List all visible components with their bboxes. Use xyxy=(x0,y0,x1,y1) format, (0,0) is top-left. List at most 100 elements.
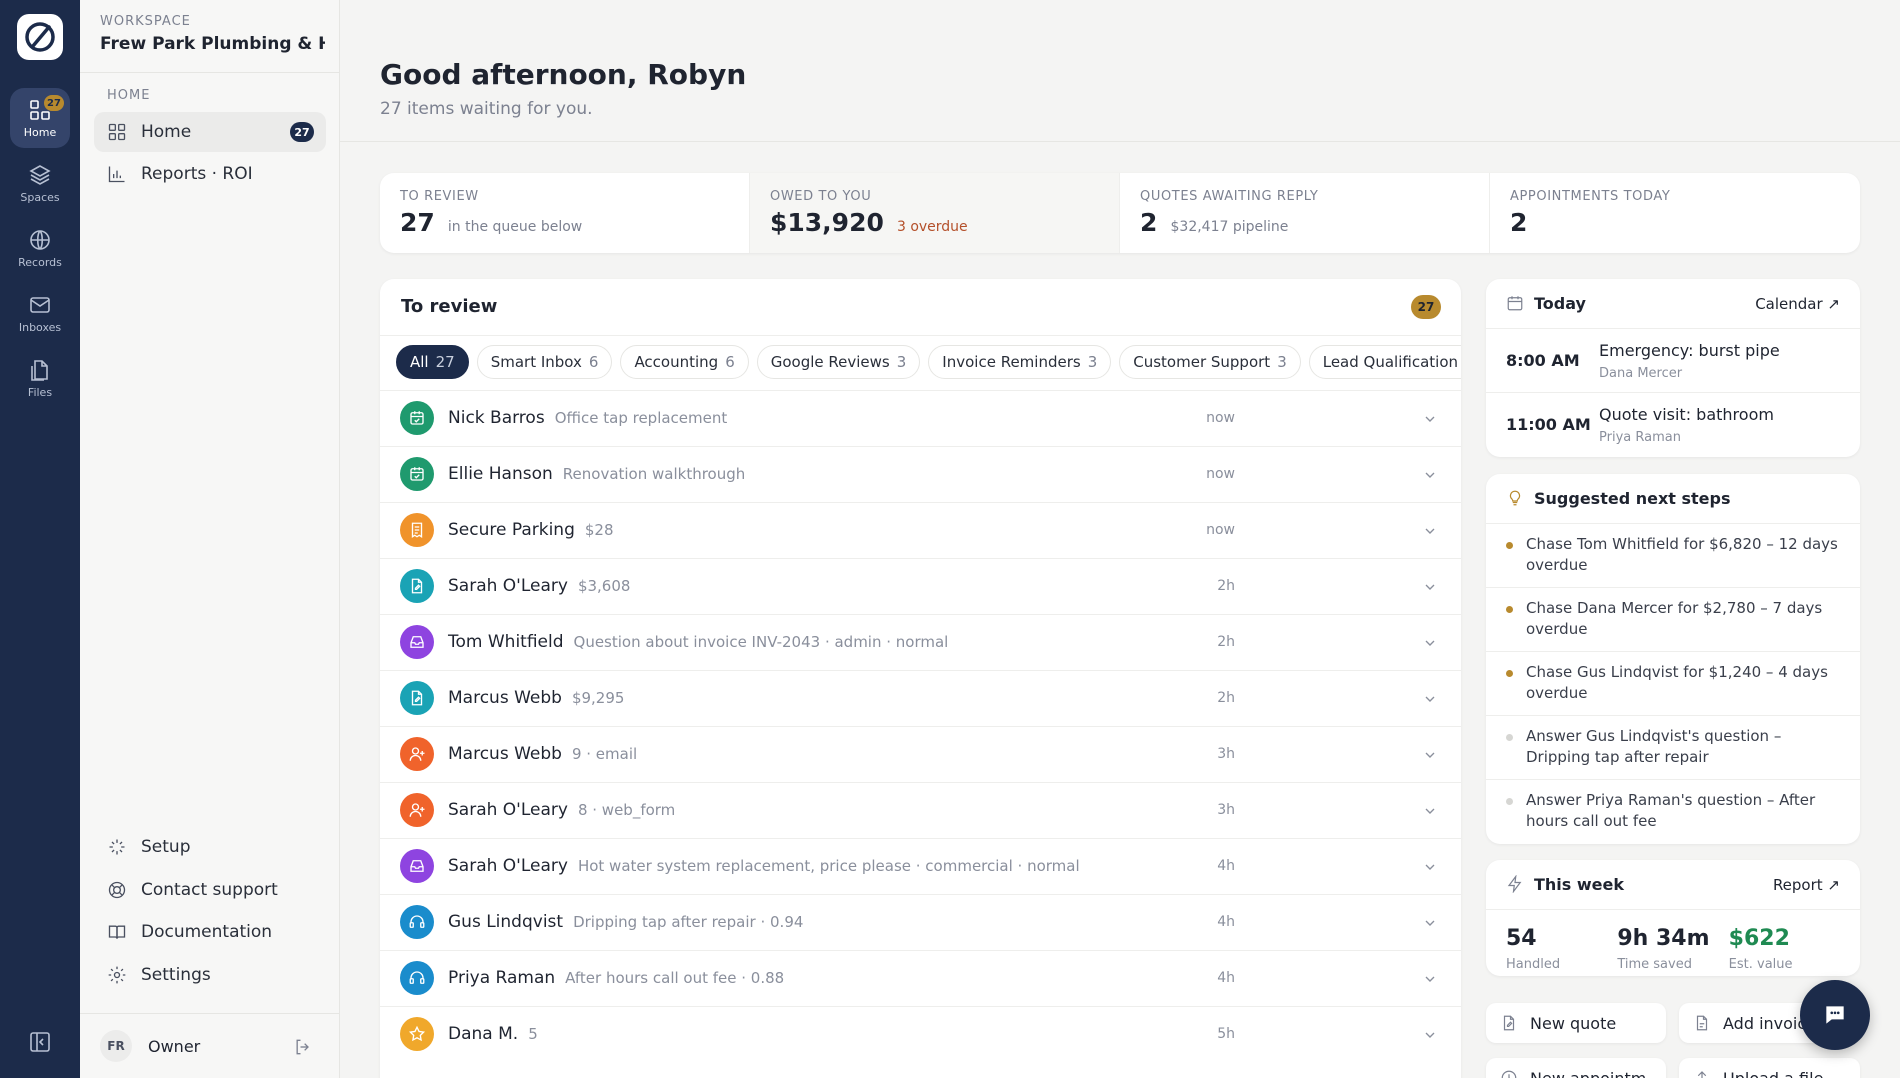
sidebar-item-settings[interactable]: Settings xyxy=(94,955,326,995)
filter-chip-count: 3 xyxy=(896,353,907,371)
suggested-step-text: Chase Tom Whitfield for $6,820 – 12 days… xyxy=(1526,535,1838,574)
suggested-step[interactable]: Answer Priya Raman's question – After ho… xyxy=(1486,780,1860,844)
filter-chip[interactable]: Lead Qualification2 xyxy=(1308,345,1461,379)
appointment-customer: Priya Raman xyxy=(1599,430,1681,445)
clock-icon xyxy=(1501,1070,1517,1078)
row-name: Marcus Webb xyxy=(448,744,562,764)
rail-records[interactable]: Records xyxy=(10,218,70,278)
rail-home[interactable]: 27 Home xyxy=(10,88,70,148)
appointment-item[interactable]: 11:00 AM Quote visit: bathroom Priya Ram… xyxy=(1486,393,1860,457)
review-row[interactable]: Sarah O'Leary 8 · web_form 3h xyxy=(380,782,1461,838)
upload-file-button[interactable]: Upload a file xyxy=(1679,1058,1860,1078)
suggested-step[interactable]: Answer Gus Lindqvist's question – Drippi… xyxy=(1486,716,1860,780)
new-quote-button[interactable]: New quote xyxy=(1486,1003,1666,1043)
chevron-down-icon[interactable] xyxy=(1422,747,1438,763)
review-row[interactable]: Tom Whitfield Question about invoice INV-… xyxy=(380,614,1461,670)
row-description: After hours call out fee · 0.88 xyxy=(565,969,785,987)
user-menu[interactable]: FR Owner xyxy=(100,1030,200,1062)
priority-dot xyxy=(1506,542,1513,549)
collapse-sidebar-icon[interactable] xyxy=(28,1030,52,1054)
new-appointment-button[interactable]: New appointm xyxy=(1486,1058,1666,1078)
review-row[interactable]: Dana M. 5 5h xyxy=(380,1006,1461,1062)
mail-icon xyxy=(30,296,50,313)
row-primary: Dana M. 5 xyxy=(448,1024,538,1044)
row-primary: Sarah O'Leary 8 · web_form xyxy=(448,800,675,820)
filter-chip[interactable]: Customer Support 3 xyxy=(1119,345,1301,379)
app-logo[interactable] xyxy=(17,14,63,60)
row-name: Priya Raman xyxy=(448,968,556,988)
row-primary: Secure Parking $28 xyxy=(448,520,614,540)
rail-files[interactable]: Files xyxy=(10,348,70,408)
chevron-down-icon[interactable] xyxy=(1422,467,1438,483)
review-row[interactable]: Marcus Webb $9,295 2h xyxy=(380,670,1461,726)
layers-icon xyxy=(29,164,51,185)
logout-icon[interactable] xyxy=(293,1037,313,1057)
filter-chip[interactable]: Accounting 6 xyxy=(620,345,749,379)
appointment-item[interactable]: 8:00 AM Emergency: burst pipe Dana Merce… xyxy=(1486,329,1860,393)
chat-button[interactable] xyxy=(1800,980,1870,1050)
suggested-step[interactable]: Chase Dana Mercer for $2,780 – 7 days ov… xyxy=(1486,588,1860,652)
row-type-badge xyxy=(400,457,434,491)
review-row[interactable]: Nick Barros Office tap replacement now xyxy=(380,390,1461,446)
row-type-badge xyxy=(400,737,434,771)
sidebar-item-reports[interactable]: Reports · ROI xyxy=(94,154,326,194)
sidebar-item-label: Settings xyxy=(141,965,211,985)
row-description: Renovation walkthrough xyxy=(562,465,746,483)
chevron-down-icon[interactable] xyxy=(1422,411,1438,427)
stat-to-review[interactable]: TO REVIEW 27 in the queue below xyxy=(380,173,750,253)
stat-appointments-today[interactable]: APPOINTMENTS TODAY 2 xyxy=(1490,173,1860,253)
rail-spaces-label: Spaces xyxy=(20,190,60,204)
stat-owed-to-you[interactable]: OWED TO YOU $13,920 3 overdue xyxy=(750,173,1120,253)
review-row[interactable]: Sarah O'Leary Hot water system replacemen… xyxy=(380,838,1461,894)
app-rail: 27 Home Spaces Records Inboxes Files xyxy=(0,0,80,1078)
row-time: 5h xyxy=(1217,1026,1235,1042)
chevron-down-icon[interactable] xyxy=(1422,691,1438,707)
sidebar-item-home[interactable]: Home 27 xyxy=(94,112,326,152)
review-row[interactable]: Sarah O'Leary $3,608 2h xyxy=(380,558,1461,614)
filter-chip-label: Accounting xyxy=(634,353,719,371)
lightning-icon xyxy=(1507,875,1522,893)
rail-spaces[interactable]: Spaces xyxy=(10,153,70,213)
review-row[interactable]: Gus Lindqvist Dripping tap after repair ·… xyxy=(380,894,1461,950)
week-stat-label: Time saved xyxy=(1617,957,1692,972)
chevron-down-icon[interactable] xyxy=(1422,803,1438,819)
row-name: Tom Whitfield xyxy=(448,632,564,652)
suggested-step[interactable]: Chase Gus Lindqvist for $1,240 – 4 days … xyxy=(1486,652,1860,716)
chevron-down-icon[interactable] xyxy=(1422,859,1438,875)
filter-chip[interactable]: Smart Inbox 6 xyxy=(476,345,613,379)
review-row[interactable]: Marcus Webb 9 · email 3h xyxy=(380,726,1461,782)
review-title: To review xyxy=(401,296,498,317)
review-row[interactable]: Ellie Hanson Renovation walkthrough now xyxy=(380,446,1461,502)
sidebar-item-setup[interactable]: Setup xyxy=(94,827,326,867)
sidebar-item-documentation[interactable]: Documentation xyxy=(94,912,326,952)
filter-chip[interactable]: Invoice Reminders 3 xyxy=(928,345,1112,379)
chevron-down-icon[interactable] xyxy=(1422,523,1438,539)
stat-label: QUOTES AWAITING REPLY xyxy=(1140,189,1319,204)
rail-inboxes[interactable]: Inboxes xyxy=(10,283,70,343)
chevron-down-icon[interactable] xyxy=(1422,635,1438,651)
week-header: This week Report ↗ xyxy=(1486,860,1860,910)
chevron-down-icon[interactable] xyxy=(1422,579,1438,595)
stat-note: in the queue below xyxy=(447,219,583,235)
appointment-time: 8:00 AM xyxy=(1506,351,1580,370)
filter-chip[interactable]: Google Reviews 3 xyxy=(756,345,921,379)
review-row[interactable]: Priya Raman After hours call out fee · 0.… xyxy=(380,950,1461,1006)
sidebar-item-contact-support[interactable]: Contact support xyxy=(94,870,326,910)
star-icon xyxy=(408,1025,426,1042)
row-time: 4h xyxy=(1217,914,1235,930)
chevron-down-icon[interactable] xyxy=(1422,1027,1438,1043)
row-description: Question about invoice INV-2043 · admin … xyxy=(573,633,949,651)
review-row[interactable]: Secure Parking $28 now xyxy=(380,502,1461,558)
chevron-down-icon[interactable] xyxy=(1422,971,1438,987)
stat-quotes-awaiting[interactable]: QUOTES AWAITING REPLY 2 $32,417 pipeline xyxy=(1120,173,1490,253)
workspace-name[interactable]: Frew Park Plumbing & Hot ... xyxy=(100,34,325,54)
calendar-link[interactable]: Calendar ↗ xyxy=(1755,295,1840,313)
suggested-step[interactable]: Chase Tom Whitfield for $6,820 – 12 days… xyxy=(1486,524,1860,588)
filter-chip[interactable]: All 27 xyxy=(396,345,469,379)
row-time: now xyxy=(1206,466,1235,482)
row-primary: Priya Raman After hours call out fee · 0.… xyxy=(448,968,784,988)
chevron-down-icon[interactable] xyxy=(1422,915,1438,931)
report-link[interactable]: Report ↗ xyxy=(1773,876,1840,894)
week-stat-value: 9h 34m xyxy=(1617,926,1710,951)
calendar-icon xyxy=(410,467,424,481)
